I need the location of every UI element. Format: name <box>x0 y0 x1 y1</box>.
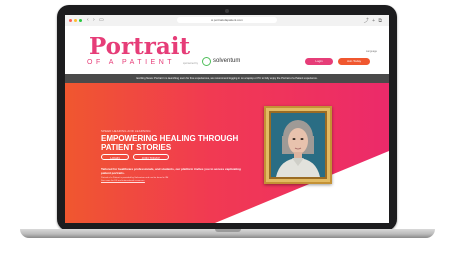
maximize-window-icon[interactable] <box>79 19 82 22</box>
laptop-base <box>20 229 435 238</box>
hero-note-link[interactable]: See more for US and international resour… <box>101 180 145 182</box>
close-window-icon[interactable] <box>69 19 72 22</box>
camera-icon <box>225 9 229 13</box>
sidebar-icon[interactable]: ▭ <box>99 17 104 23</box>
address-bar[interactable]: ● portraitofapatient.com <box>177 17 277 23</box>
back-icon[interactable]: ‹ <box>87 17 89 23</box>
header-login-button[interactable]: Login <box>305 58 333 65</box>
laptop-notch <box>215 229 241 232</box>
laptop-screen: ‹ › ▭ ● portraitofapatient.com ⤴ + ⧉ Por… <box>65 15 389 223</box>
hero-title: EMPOWERING HEALING THROUGH PATIENT STORI… <box>101 134 239 152</box>
hero-kicker: SPEED HEARING AND LEARNING <box>101 129 151 133</box>
announcement-banner: Exciting News: Portrait 1 is launching s… <box>65 74 389 83</box>
logo-title[interactable]: Portrait <box>89 35 190 58</box>
hero-login-button[interactable]: LOGIN <box>101 154 129 160</box>
logo-subtitle: OF A PATIENT <box>87 59 176 66</box>
laptop-lid: ‹ › ▭ ● portraitofapatient.com ⤴ + ⧉ Por… <box>57 5 397 231</box>
site-header: Portrait OF A PATIENT sponsored by solve… <box>65 26 389 74</box>
portrait-frame <box>264 106 332 184</box>
hero-white-diagonal <box>215 151 389 223</box>
hero-note: Portrait of a Patient is provided by Sol… <box>101 177 251 183</box>
hero-section: SPEED HEARING AND LEARNING EMPOWERING HE… <box>65 83 389 223</box>
browser-actions-icon[interactable]: ⤴ + ⧉ <box>364 17 383 24</box>
hero-note-text: Portrait of a Patient is provided by Sol… <box>101 177 169 179</box>
forward-icon[interactable]: › <box>93 17 95 23</box>
hero-join-button[interactable]: JOIN TODAY! <box>133 154 169 160</box>
patient-portrait-image[interactable] <box>264 106 332 184</box>
language-selector[interactable]: Language <box>366 50 377 53</box>
sponsor-label: sponsored by <box>183 62 199 65</box>
header-join-button[interactable]: Join Today <box>338 58 370 65</box>
minimize-window-icon[interactable] <box>74 19 77 22</box>
solventum-logo-icon <box>202 57 211 66</box>
sponsor-name: solventum <box>213 58 241 64</box>
hero-description: Tailored for healthcare professionals, a… <box>101 167 241 175</box>
